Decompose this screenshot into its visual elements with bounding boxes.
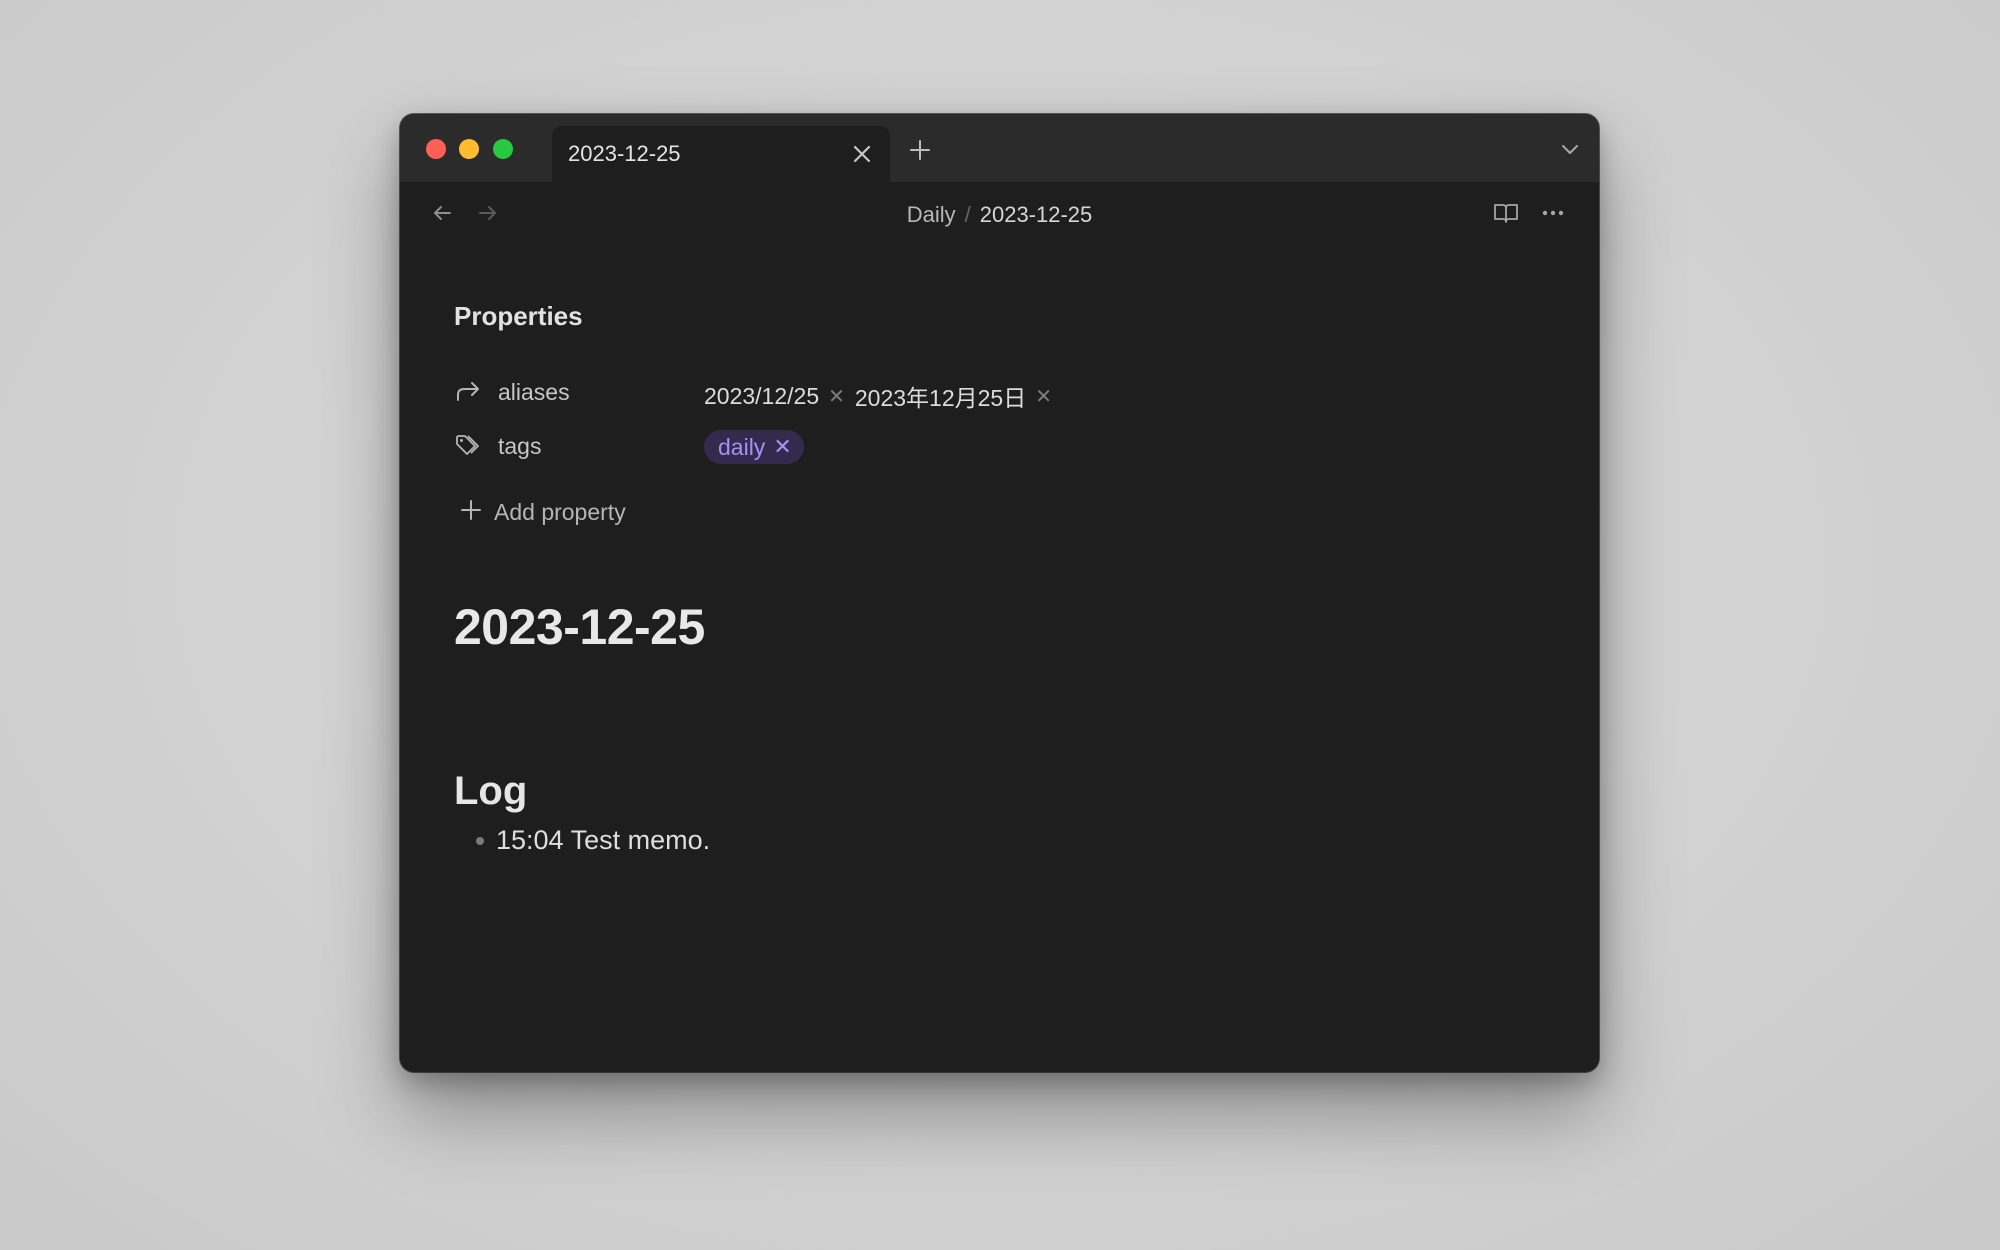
list-item-text: 15:04 Test memo. (496, 825, 711, 855)
more-options-icon[interactable] (1540, 202, 1566, 224)
properties-heading[interactable]: Properties (454, 301, 583, 332)
plus-icon (461, 500, 481, 520)
section-heading[interactable]: Log (454, 769, 527, 814)
title-bar: 2023-12-25 (400, 114, 1599, 182)
tags-values: daily ✕ (704, 430, 804, 464)
alias-value: 2023年12月25日 (854, 385, 1027, 411)
breadcrumb: Daily / 2023-12-25 (400, 202, 1599, 228)
breadcrumb-separator: / (964, 202, 971, 227)
reading-view-icon[interactable] (1492, 199, 1520, 227)
alias-chip[interactable]: 2023年12月25日 ✕ (855, 379, 1052, 413)
breadcrumb-file[interactable]: 2023-12-25 (980, 202, 1093, 227)
alias-chip[interactable]: 2023/12/25 ✕ (704, 383, 845, 410)
add-property-button[interactable]: Add property (460, 494, 720, 530)
close-icon[interactable] (850, 142, 874, 166)
aliases-values: 2023/12/25 ✕ 2023年12月25日 ✕ (704, 379, 1062, 413)
tab-active[interactable]: 2023-12-25 (552, 126, 890, 182)
alias-value: 2023/12/25 (704, 382, 820, 409)
aliases-icon[interactable] (454, 378, 482, 406)
property-key-aliases[interactable]: aliases (498, 379, 570, 406)
tag-pill[interactable]: daily ✕ (704, 430, 804, 464)
app-window: 2023-12-25 Daily / 2023-12-25 Properties a… (400, 114, 1599, 1072)
add-property-label: Add property (494, 499, 626, 525)
tag-value: daily (718, 433, 766, 460)
property-row-tags: tags daily ✕ (454, 426, 1354, 466)
property-row-aliases: aliases 2023/12/25 ✕ 2023年12月25日 ✕ (454, 372, 1354, 412)
close-window-button[interactable] (426, 139, 446, 159)
breadcrumb-folder[interactable]: Daily (907, 202, 956, 227)
property-key-tags[interactable]: tags (498, 433, 541, 460)
navigation-bar: Daily / 2023-12-25 (400, 182, 1599, 244)
minimize-window-button[interactable] (459, 139, 479, 159)
remove-alias-icon[interactable]: ✕ (1035, 384, 1052, 409)
plus-icon[interactable] (908, 138, 932, 162)
tags-icon[interactable] (454, 432, 482, 460)
zoom-window-button[interactable] (493, 139, 513, 159)
bullet-icon (476, 837, 484, 845)
chevron-down-icon[interactable] (1560, 141, 1580, 157)
remove-tag-icon[interactable]: ✕ (773, 434, 791, 460)
tab-title: 2023-12-25 (568, 141, 681, 166)
note-title[interactable]: 2023-12-25 (454, 598, 705, 656)
remove-alias-icon[interactable]: ✕ (828, 384, 845, 409)
